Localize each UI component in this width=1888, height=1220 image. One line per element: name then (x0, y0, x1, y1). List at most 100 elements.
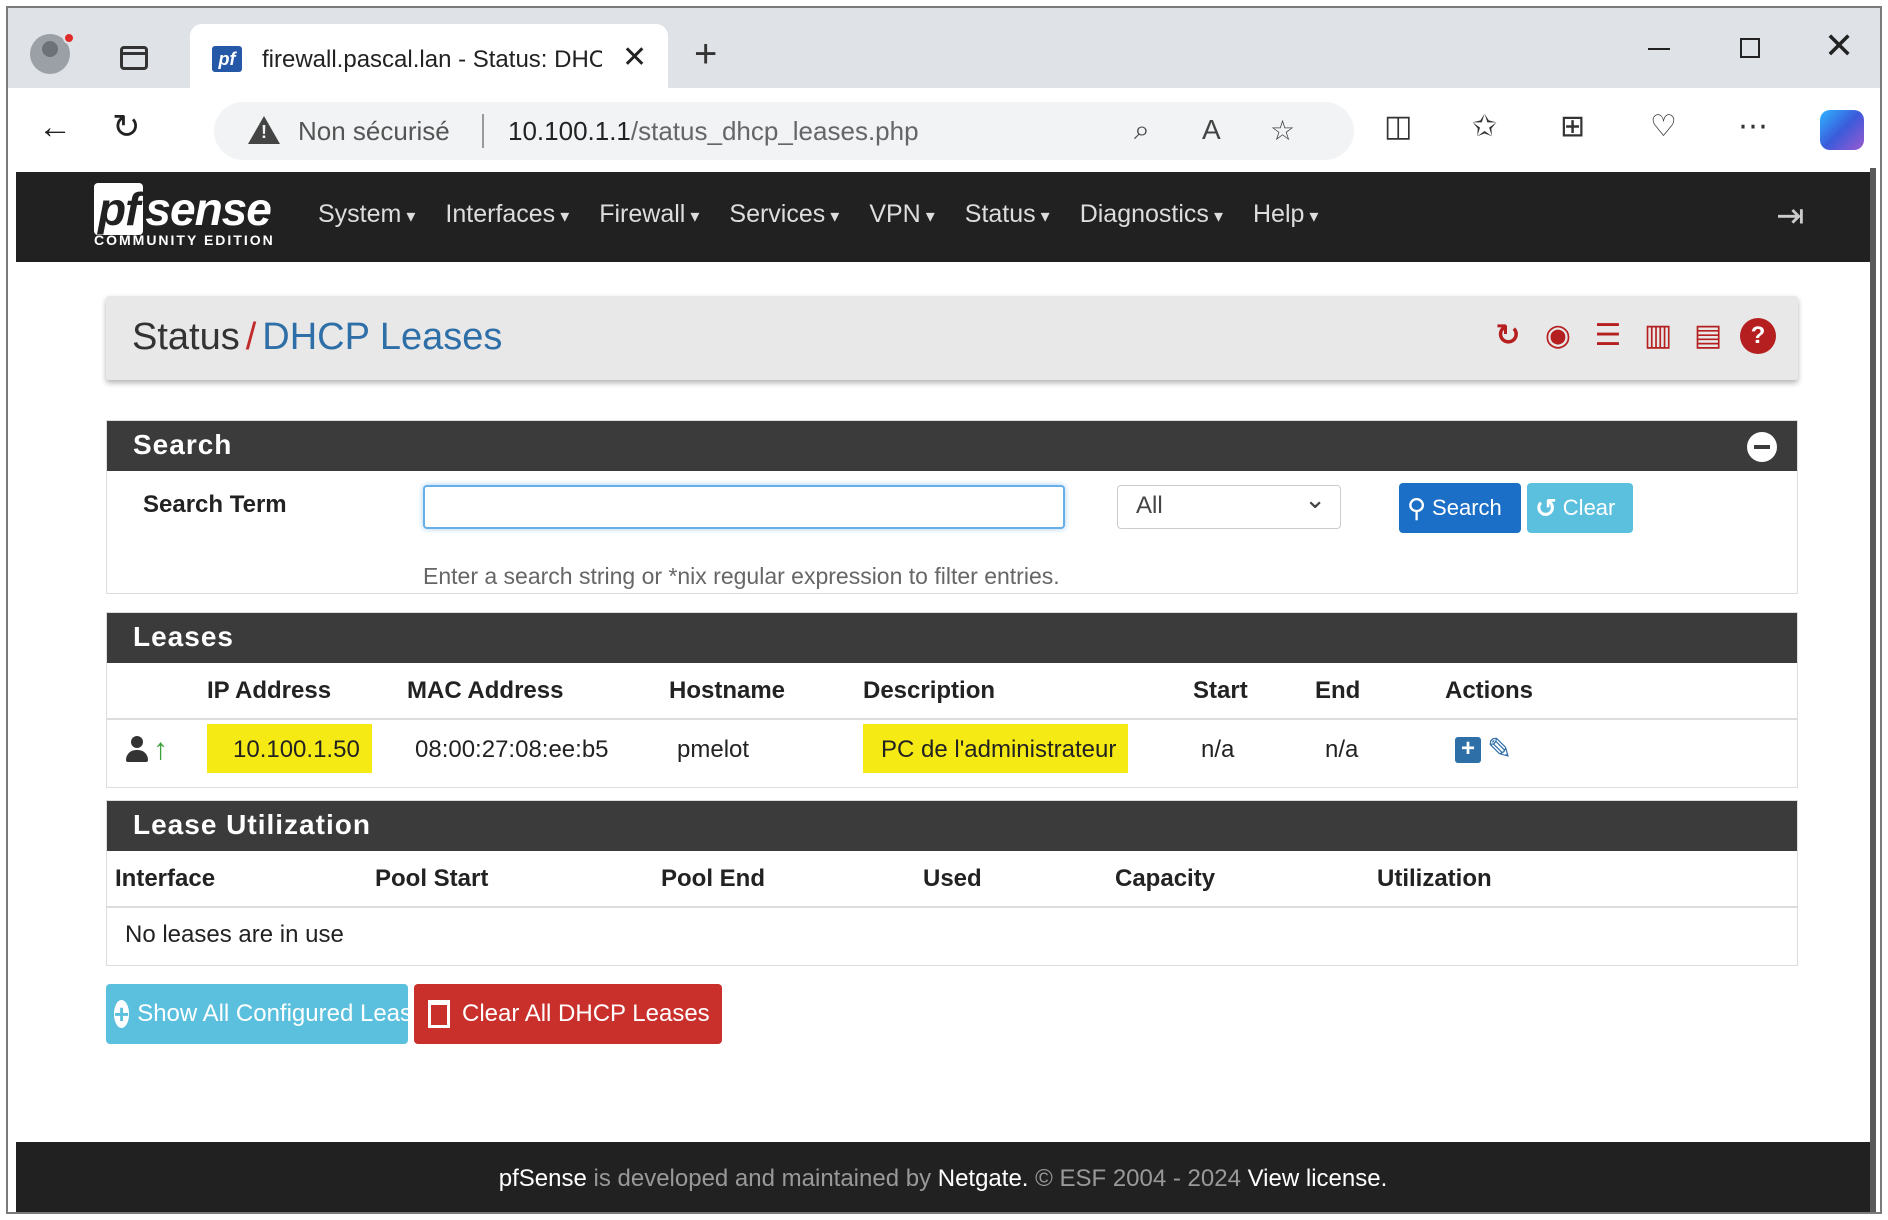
favorite-star-icon[interactable]: ☆ (1270, 114, 1295, 147)
tab-actions-icon[interactable] (120, 46, 148, 70)
copilot-icon[interactable] (1820, 110, 1864, 150)
column-header[interactable]: Capacity (1115, 851, 1377, 908)
column-header[interactable]: Used (923, 851, 1115, 908)
column-header[interactable]: Pool Start (375, 851, 661, 908)
lease-utilization-panel: Lease Utilization Interface Pool Start P… (106, 800, 1798, 966)
logo-subtitle: COMMUNITY EDITION (94, 232, 275, 248)
stop-service-icon[interactable]: ◉ (1540, 318, 1576, 354)
menu-services[interactable]: Services (729, 200, 839, 229)
search-button[interactable]: ⚲ Search (1399, 483, 1521, 533)
utilization-heading-text: Lease Utilization (133, 809, 371, 840)
netgate-link[interactable]: Netgate. (938, 1165, 1029, 1192)
ip-address-value: 10.100.1.50 (207, 723, 372, 773)
column-header[interactable]: End (1315, 663, 1445, 720)
no-leases-message: No leases are in use (125, 921, 344, 948)
browser-toolbar: ← ↻ Non sécurisé 10.100.1.1/status_dhcp_… (8, 88, 1880, 168)
utilization-panel-heading: Lease Utilization (107, 801, 1797, 851)
column-header[interactable]: MAC Address (407, 663, 669, 720)
zoom-icon[interactable]: ⌕ (1134, 114, 1150, 147)
collections-icon[interactable]: ⊞ (1560, 112, 1585, 142)
log-list-icon[interactable]: ▤ (1690, 318, 1726, 354)
column-header[interactable]: Interface (107, 851, 375, 908)
edit-icon[interactable]: ✎ (1487, 733, 1512, 766)
help-icon[interactable]: ? (1740, 318, 1776, 354)
logout-icon[interactable]: ⇥ (1776, 196, 1805, 236)
more-options-icon[interactable]: ⋯ (1738, 112, 1768, 142)
url-host: 10.100.1.1 (508, 116, 631, 146)
column-header[interactable]: Description (863, 663, 1193, 720)
menu-status[interactable]: Status (965, 200, 1050, 229)
add-static-mapping-icon[interactable]: + (1455, 736, 1481, 763)
menu-system[interactable]: System (318, 200, 415, 229)
not-secure-label[interactable]: Non sécurisé (298, 116, 450, 147)
breadcrumb-current[interactable]: DHCP Leases (262, 316, 502, 358)
browser-essentials-icon[interactable]: ♡ (1650, 112, 1677, 142)
leases-table: IP Address MAC Address Hostname Descript… (107, 663, 1797, 779)
service-icons: ↻ ◉ ☰ ▥ ▤ ? (1490, 318, 1776, 354)
new-tab-icon[interactable]: + (694, 34, 717, 74)
breadcrumb: Status / DHCP Leases (132, 316, 502, 359)
split-screen-icon[interactable]: ◫ (1384, 112, 1412, 142)
column-header[interactable]: Start (1193, 663, 1315, 720)
utilization-table: Interface Pool Start Pool End Used Capac… (107, 851, 1797, 908)
clear-all-label: Clear All DHCP Leases (462, 1000, 710, 1027)
footer-text-1: is developed and maintained by (586, 1165, 938, 1192)
clear-button-label: Clear (1562, 495, 1616, 520)
maximize-icon[interactable] (1740, 38, 1760, 58)
arrow-up-icon: ↑ (153, 732, 168, 766)
pfsense-navbar: pfsense COMMUNITY EDITION System Interfa… (16, 172, 1870, 262)
logo-sense: sense (145, 183, 271, 235)
back-icon[interactable]: ← (38, 110, 72, 144)
pfsense-logo[interactable]: pf sense COMMUNITY EDITION (94, 182, 275, 248)
breadcrumb-section: Status (132, 316, 240, 358)
column-header: Actions (1445, 663, 1797, 720)
favorites-icon[interactable]: ✩ (1472, 112, 1497, 142)
column-header[interactable]: IP Address (207, 663, 407, 720)
mac-cell: 08:00:27:08:ee:b5 (415, 735, 609, 763)
trash-icon (428, 1000, 450, 1028)
browser-window: pf firewall.pascal.lan - Status: DHCP ✕ … (6, 6, 1882, 1214)
menu-firewall[interactable]: Firewall (599, 200, 699, 229)
column-header[interactable]: Pool End (661, 851, 923, 908)
show-all-configured-leases-button[interactable]: + Show All Configured Leases (106, 984, 437, 1044)
column-header[interactable]: Hostname (669, 663, 863, 720)
leases-heading-text: Leases (133, 621, 234, 652)
undo-icon: ↺ (1535, 492, 1557, 523)
view-license-link[interactable]: View license. (1248, 1165, 1388, 1192)
settings-sliders-icon[interactable]: ☰ (1590, 318, 1626, 354)
search-scope-select[interactable]: All (1117, 484, 1341, 529)
pfsense-favicon-icon: pf (212, 46, 242, 72)
search-panel-heading: Search (107, 421, 1797, 471)
window-close-icon[interactable]: ✕ (1824, 28, 1854, 64)
column-header[interactable]: Utilization (1377, 851, 1797, 908)
read-aloud-icon[interactable]: A (1202, 114, 1221, 146)
menu-diagnostics[interactable]: Diagnostics (1080, 200, 1223, 229)
search-button-label: Search (1432, 495, 1502, 520)
search-input[interactable] (423, 485, 1065, 529)
end-cell: n/a (1325, 735, 1359, 763)
graph-icon[interactable]: ▥ (1640, 318, 1676, 354)
menu-interfaces[interactable]: Interfaces (445, 200, 569, 229)
refresh-icon[interactable]: ↻ (112, 110, 141, 144)
search-heading-text: Search (133, 429, 233, 460)
breadcrumb-panel: Status / DHCP Leases ↻ ◉ ☰ ▥ ▤ ? (106, 296, 1798, 380)
menu-vpn[interactable]: VPN (869, 200, 934, 229)
search-panel: Search Search Term All ⚲Search ↺Clear En… (106, 420, 1798, 594)
tab-close-icon[interactable]: ✕ (622, 40, 647, 75)
actions-cell: + ✎ (1445, 719, 1797, 779)
collapse-icon[interactable] (1747, 432, 1777, 462)
show-all-label: Show All Configured Leases (137, 1000, 438, 1027)
start-cell: n/a (1201, 735, 1235, 763)
clear-all-dhcp-leases-button[interactable]: Clear All DHCP Leases (414, 984, 722, 1044)
minimize-icon[interactable] (1648, 48, 1670, 50)
address-bar[interactable]: Non sécurisé 10.100.1.1/status_dhcp_leas… (214, 102, 1354, 160)
breadcrumb-separator: / (245, 316, 257, 358)
menu-help[interactable]: Help (1253, 200, 1318, 229)
browser-tab[interactable]: pf firewall.pascal.lan - Status: DHCP ✕ (190, 24, 668, 88)
logo-pf: pf (94, 183, 144, 235)
notification-dot (63, 32, 75, 44)
search-help-text: Enter a search string or *nix regular ex… (423, 563, 1060, 589)
restart-service-icon[interactable]: ↻ (1490, 318, 1526, 354)
clear-button[interactable]: ↺ Clear (1527, 483, 1633, 533)
url-text[interactable]: 10.100.1.1/status_dhcp_leases.php (508, 116, 919, 147)
